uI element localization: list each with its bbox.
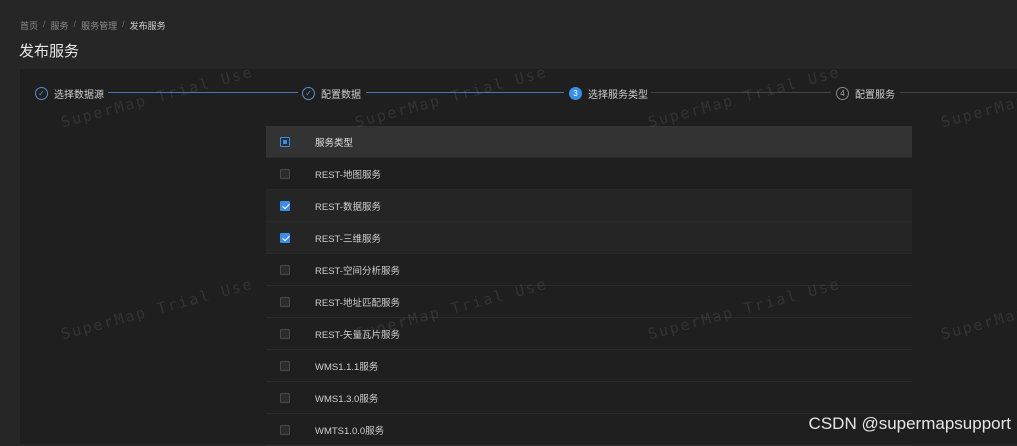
step-number-icon: 4: [836, 86, 849, 100]
step-select-type: 3 选择服务类型: [569, 80, 648, 106]
select-all-checkbox[interactable]: [280, 136, 290, 147]
table-row[interactable]: REST-数据服务: [266, 190, 912, 222]
row-label: WMTS1.0.0服务: [315, 425, 385, 437]
check-icon: ✓: [302, 86, 315, 100]
row-checkbox[interactable]: [280, 200, 290, 211]
row-label: REST-三维服务: [315, 233, 381, 245]
breadcrumb-separator: /: [73, 19, 77, 29]
step-config-service: 4 配置服务: [836, 80, 895, 106]
row-checkbox[interactable]: [280, 392, 290, 403]
step-label: 配置服务: [855, 89, 895, 101]
row-label: REST-地址匹配服务: [315, 297, 400, 309]
breadcrumb-separator: /: [43, 19, 46, 29]
row-checkbox[interactable]: [280, 360, 290, 371]
breadcrumb: 首页 / 服务 / 服务管理 / 发布服务: [20, 19, 166, 32]
breadcrumb-current: 发布服务: [129, 21, 166, 31]
step-number-icon: 3: [569, 86, 582, 100]
table-row[interactable]: REST-地图服务: [266, 158, 912, 190]
row-checkbox[interactable]: [280, 168, 290, 179]
column-header: 服务类型: [315, 137, 354, 149]
table-row[interactable]: WMS1.1.1服务: [266, 350, 912, 382]
row-label: REST-空间分析服务: [315, 265, 400, 277]
step-label: 选择服务类型: [588, 89, 648, 101]
breadcrumb-service[interactable]: 服务: [51, 19, 69, 32]
row-label: WMS1.1.1服务: [315, 361, 379, 373]
table-row[interactable]: WMS1.3.0服务: [266, 382, 912, 414]
row-checkbox[interactable]: [280, 264, 290, 275]
check-icon: ✓: [35, 86, 48, 100]
page-title: 发布服务: [19, 43, 80, 60]
row-checkbox[interactable]: [280, 296, 290, 307]
step-label: 配置数据: [321, 89, 361, 101]
breadcrumb-separator: /: [122, 19, 125, 29]
table-header: 服务类型: [266, 126, 912, 158]
table-row[interactable]: REST-三维服务: [266, 222, 912, 254]
row-checkbox[interactable]: [280, 232, 290, 243]
step-connector: [900, 92, 1017, 93]
source-credit: CSDN @supermapsupport: [808, 414, 1011, 433]
step-select-source: ✓ 选择数据源: [35, 80, 104, 106]
row-checkbox[interactable]: [280, 328, 290, 339]
step-config-data: ✓ 配置数据: [302, 80, 361, 106]
row-checkbox[interactable]: [280, 424, 290, 435]
row-label: WMS1.3.0服务: [315, 393, 379, 405]
breadcrumb-home[interactable]: 首页: [20, 19, 38, 32]
row-label: REST-地图服务: [315, 169, 381, 181]
breadcrumb-manage[interactable]: 服务管理: [81, 19, 117, 32]
row-label: REST-数据服务: [315, 201, 381, 213]
step-label: 选择数据源: [54, 89, 104, 101]
